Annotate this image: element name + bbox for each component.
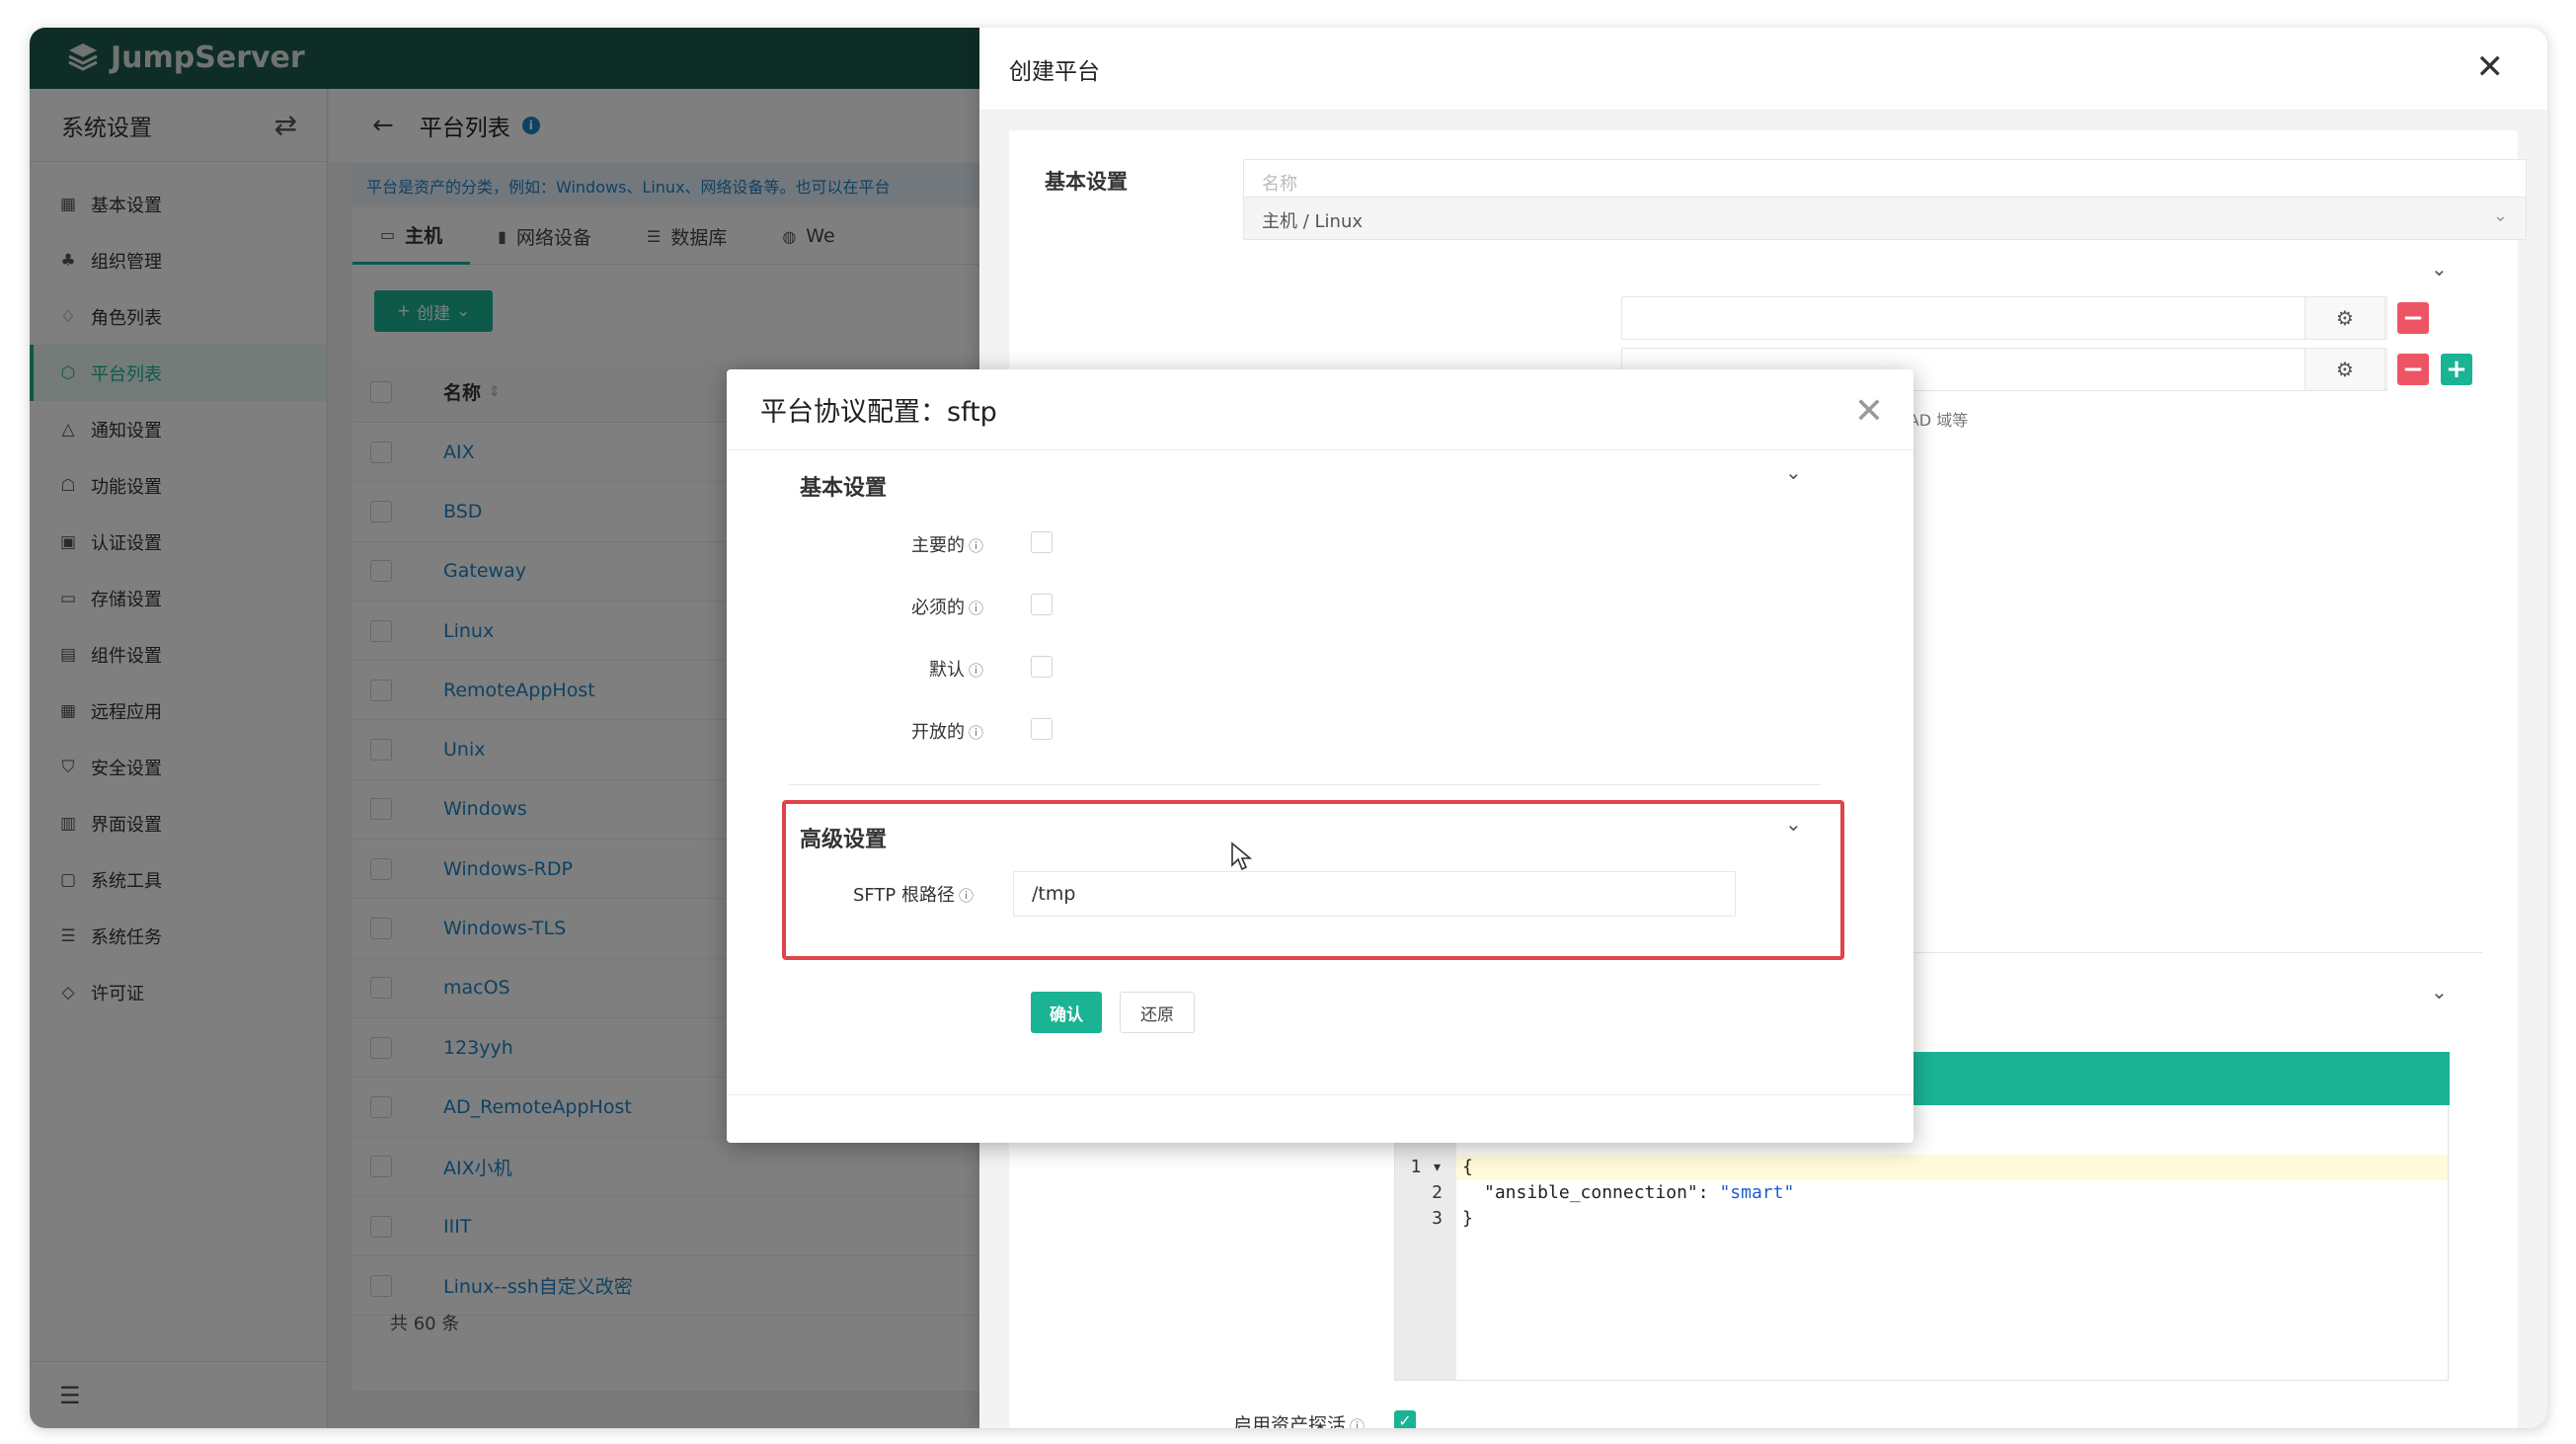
close-icon[interactable]: ✕ [2476, 47, 2505, 87]
drawer-header: 创建平台 [979, 28, 2547, 111]
required-checkbox[interactable] [1031, 594, 1053, 615]
enable-discovery-checkbox[interactable]: ✓ [1394, 1410, 1416, 1428]
chevron-down-icon[interactable]: ⌄ [1785, 460, 1802, 484]
required-label: 必须的 ⓘ [910, 598, 983, 618]
public-label: 开放的 ⓘ [910, 722, 983, 743]
chevron-down-icon[interactable]: ⌄ [2431, 257, 2448, 281]
protocol-input-1[interactable] [1621, 296, 2387, 340]
drawer-title: 创建平台 [1009, 58, 1100, 85]
close-icon[interactable]: ✕ [1854, 391, 1884, 432]
code-editor[interactable]: 1 ▾ 2 3 { "ansible_connection": "smart" … [1394, 1052, 2450, 1381]
sftp-root-label: SFTP 根路径 ⓘ [852, 885, 974, 906]
remove-protocol-button[interactable]: − [2397, 302, 2429, 334]
chevron-down-icon[interactable]: ⌄ [1785, 812, 1802, 836]
type-value: 主机 / Linux [1262, 211, 1364, 232]
type-select[interactable]: 主机 / Linux ⌄ [1243, 197, 2527, 240]
confirm-button[interactable]: 确认 [1031, 992, 1102, 1033]
section-title-basic: 基本设置 [1045, 170, 1128, 194]
code-line: { [1462, 1157, 1473, 1177]
modal-footer-divider [727, 1094, 1913, 1095]
active-line [1456, 1155, 2448, 1180]
chevron-down-icon: ⌄ [2492, 205, 2508, 226]
gear-icon[interactable]: ⚙ [2304, 348, 2385, 391]
app-window: JumpServer 系统设置 ⇄ ▦基本设置♣组织管理♢角色列表⬡平台列表△通… [30, 28, 2547, 1428]
protocol-config-modal: 平台协议配置：sftp ✕ 基本设置 ⌄ 主要的 ⓘ 必须的 ⓘ 默认 ⓘ 开放的 ⓘ … [727, 369, 1913, 1143]
primary-checkbox[interactable] [1031, 531, 1053, 553]
code-line: "ansible_connection": "smart" [1484, 1182, 1795, 1203]
line-number: 3 [1432, 1208, 1443, 1229]
mouse-cursor-icon [1231, 842, 1253, 871]
section-divider [788, 784, 1821, 785]
default-checkbox[interactable] [1031, 656, 1053, 678]
modal-title: 平台协议配置：sftp [760, 397, 997, 428]
code-line: } [1462, 1208, 1473, 1229]
section-title-advanced: 高级设置 [800, 828, 888, 852]
add-protocol-button[interactable]: + [2441, 354, 2472, 385]
default-label: 默认 ⓘ [928, 660, 983, 681]
section-title-basic: 基本设置 [800, 476, 888, 501]
enable-discovery-label: 启用资产探活 ⓘ [1232, 1414, 1365, 1428]
modal-header: 平台协议配置：sftp [727, 369, 1913, 450]
editor-gutter [1395, 1105, 1456, 1380]
line-number: 1 ▾ [1410, 1157, 1443, 1177]
sftp-root-input[interactable]: /tmp [1013, 871, 1736, 917]
line-number: 2 [1432, 1182, 1443, 1203]
chevron-down-icon[interactable]: ⌄ [2431, 980, 2448, 1003]
primary-label: 主要的 ⓘ [910, 535, 983, 556]
gear-icon[interactable]: ⚙ [2304, 296, 2385, 340]
reset-button[interactable]: 还原 [1120, 992, 1195, 1033]
remove-protocol-button[interactable]: − [2397, 354, 2429, 385]
public-checkbox[interactable] [1031, 718, 1053, 740]
